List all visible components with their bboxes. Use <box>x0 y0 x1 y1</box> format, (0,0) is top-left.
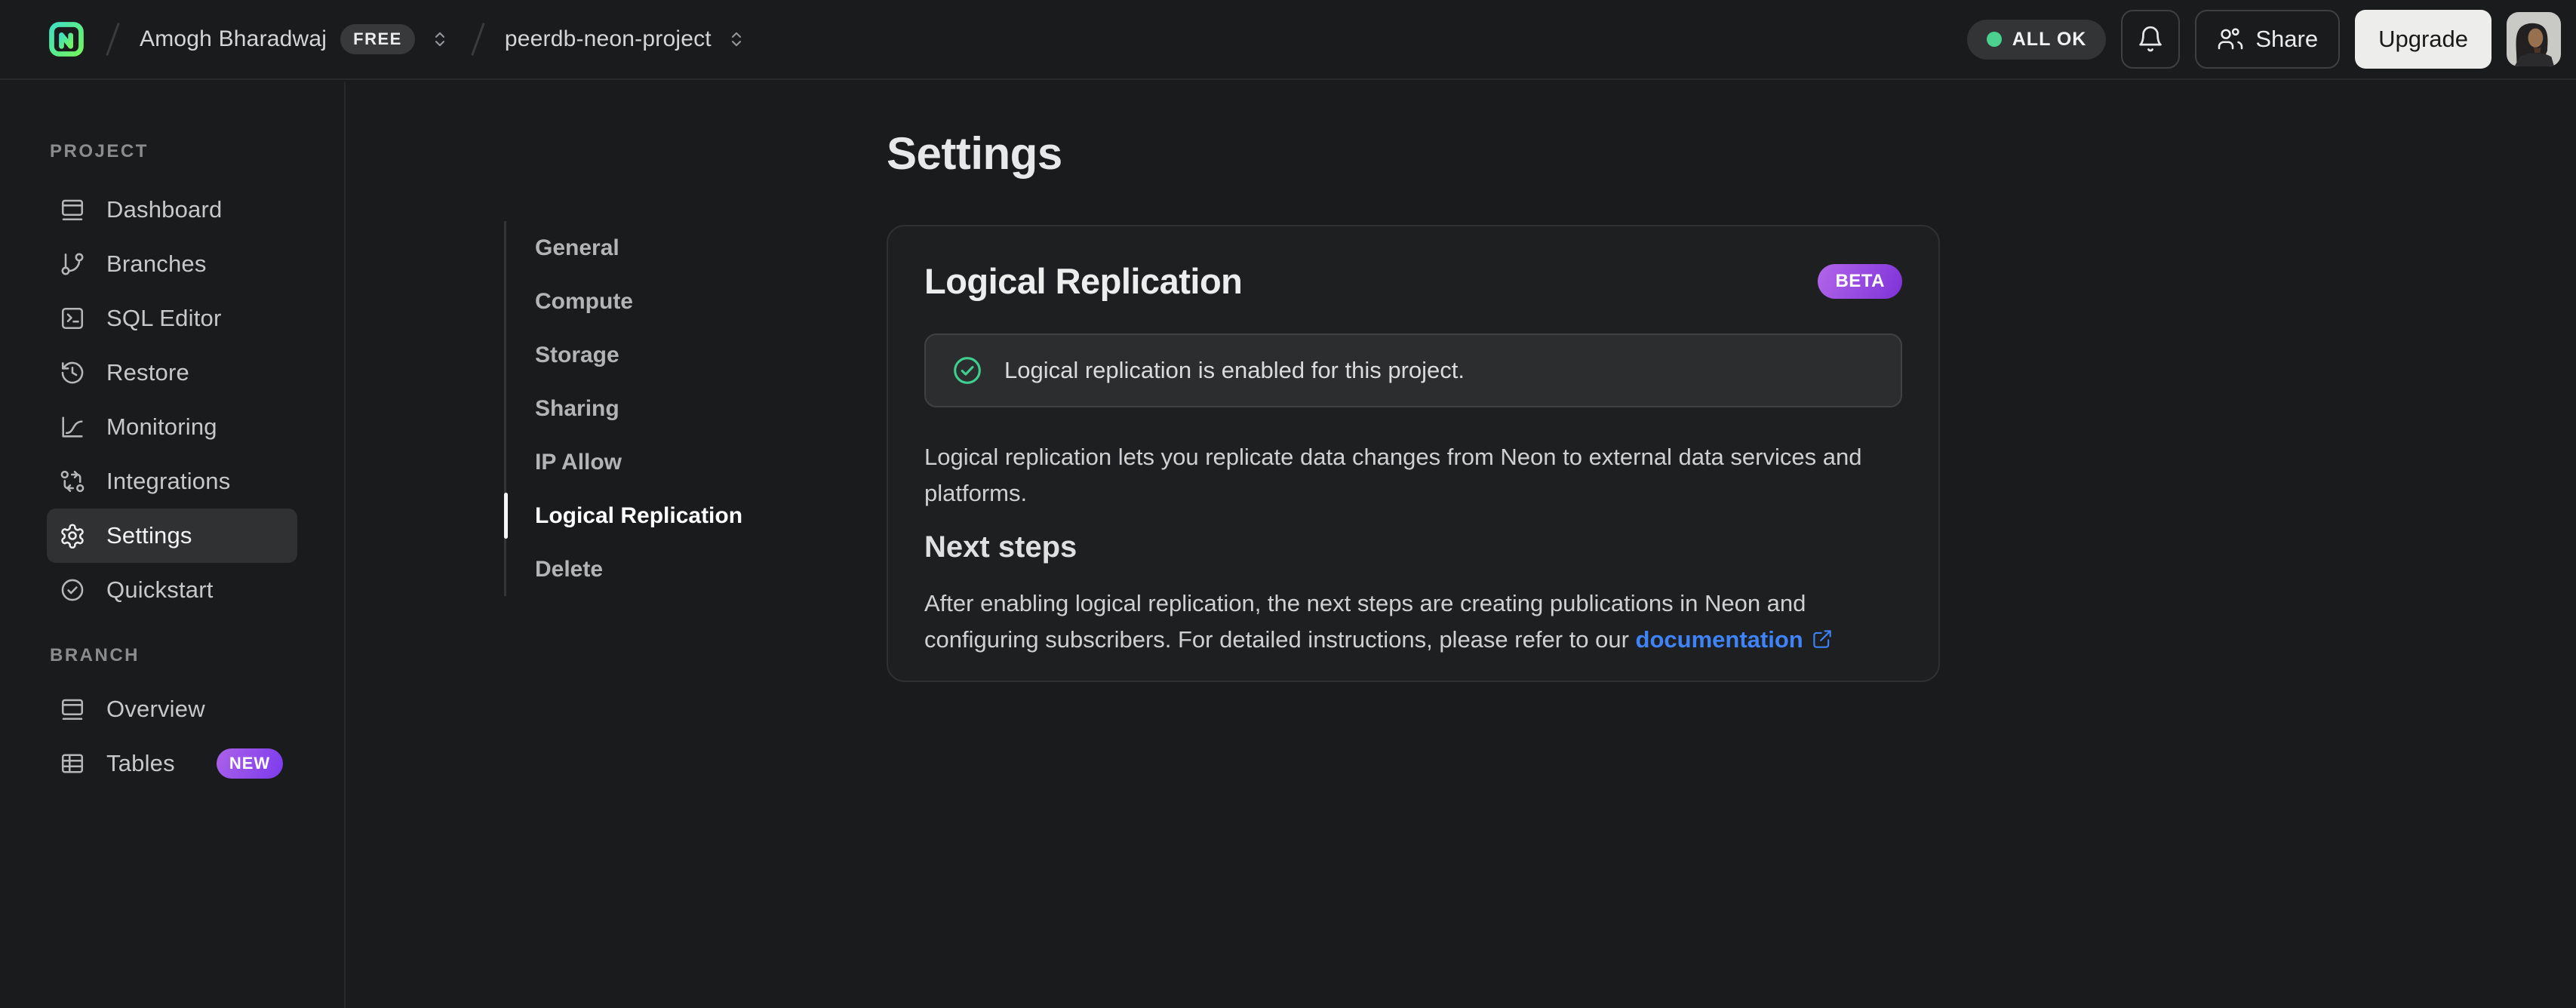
sidebar-section-branch: BRANCH Overview Tables NEW <box>47 644 297 791</box>
subnav-item-label: Sharing <box>535 395 619 421</box>
logical-replication-card: Logical Replication BETA Logical replica… <box>887 225 1940 682</box>
page-title: Settings <box>887 128 1062 179</box>
new-badge: NEW <box>216 748 284 779</box>
sidebar-item-restore[interactable]: Restore <box>47 346 297 400</box>
sidebar-item-tables[interactable]: Tables NEW <box>47 736 297 791</box>
sidebar-section-branch-label: BRANCH <box>50 645 140 665</box>
next-steps-text: After enabling logical replication, the … <box>924 585 1902 658</box>
subnav-item-delete[interactable]: Delete <box>504 542 821 596</box>
share-button-label: Share <box>2255 26 2319 52</box>
subnav-item-label: General <box>535 235 619 260</box>
replication-description: Logical replication lets you replicate d… <box>924 444 1862 506</box>
subnav-item-general[interactable]: General <box>504 221 821 275</box>
sidebar-item-label: Tables <box>106 750 175 776</box>
account-name: Amogh Bharadwaj <box>140 26 327 51</box>
breadcrumb-project[interactable]: peerdb-neon-project <box>505 26 748 52</box>
sidebar-item-sql-editor[interactable]: SQL Editor <box>47 291 297 346</box>
sidebar-item-label: SQL Editor <box>106 305 222 331</box>
window-icon <box>59 696 86 723</box>
status-dot-icon <box>1986 32 2002 47</box>
sidebar-item-dashboard[interactable]: Dashboard <box>47 183 297 237</box>
subnav-item-label: IP Allow <box>535 449 622 475</box>
neon-console: { "topbar": { "logo_icon": "neon-logo", … <box>0 0 2576 1008</box>
status-badge[interactable]: ALL OK <box>1966 19 2107 60</box>
status-badge-label: ALL OK <box>2012 28 2087 50</box>
git-branch-icon <box>59 250 86 278</box>
users-icon <box>2217 26 2244 53</box>
sidebar-item-settings[interactable]: Settings <box>47 509 297 563</box>
sidebar-section-project-label: PROJECT <box>50 141 149 161</box>
sidebar-item-label: Monitoring <box>106 413 217 440</box>
subnav-item-label: Logical Replication <box>535 502 743 528</box>
check-circle-icon <box>951 354 984 387</box>
notifications-button[interactable] <box>2121 10 2181 69</box>
neon-logo[interactable] <box>47 20 86 59</box>
project-name: peerdb-neon-project <box>504 26 712 51</box>
main-content: Settings Logical Replication BETA Logica… <box>887 127 1940 682</box>
next-steps-title: Next steps <box>924 530 1077 564</box>
sidebar-item-label: Branches <box>106 250 207 277</box>
subnav-item-label: Compute <box>535 288 633 314</box>
history-icon <box>59 359 86 386</box>
card-header: Logical Replication BETA <box>924 260 1902 303</box>
sidebar-branch-list: Overview Tables NEW <box>47 682 297 791</box>
sidebar-item-monitoring[interactable]: Monitoring <box>47 400 297 454</box>
sidebar-item-branches[interactable]: Branches <box>47 237 297 291</box>
sidebar-item-label: Settings <box>106 522 192 549</box>
bell-icon <box>2136 25 2165 54</box>
sidebar-item-label: Quickstart <box>106 576 214 603</box>
sidebar-project-list: Dashboard Branches SQL Editor Restore Mo <box>47 183 297 617</box>
sidebar-item-label: Restore <box>106 359 189 386</box>
upgrade-button[interactable]: Upgrade <box>2355 10 2491 69</box>
integrations-icon <box>59 468 86 495</box>
subnav-item-logical-replication[interactable]: Logical Replication <box>504 489 821 542</box>
settings-subnav: General Compute Storage Sharing IP Allow… <box>504 221 821 596</box>
card-title: Logical Replication <box>924 261 1243 301</box>
breadcrumb-account[interactable]: Amogh Bharadwaj FREE <box>140 24 451 54</box>
plan-badge: FREE <box>340 24 415 54</box>
upgrade-button-label: Upgrade <box>2378 26 2468 52</box>
alert-text: Logical replication is enabled for this … <box>1004 357 1465 383</box>
topbar: Amogh Bharadwaj FREE peerdb-neon-project… <box>0 0 2576 80</box>
subnav-item-ip-allow[interactable]: IP Allow <box>504 435 821 489</box>
user-avatar[interactable] <box>2507 12 2561 66</box>
check-circle-icon <box>59 576 86 604</box>
sidebar-item-integrations[interactable]: Integrations <box>47 454 297 509</box>
subnav-item-sharing[interactable]: Sharing <box>504 382 821 435</box>
terminal-icon <box>59 305 86 332</box>
subnav-item-compute[interactable]: Compute <box>504 275 821 328</box>
beta-badge: BETA <box>1818 264 1902 299</box>
gear-icon <box>59 522 86 549</box>
share-button[interactable]: Share <box>2195 10 2341 69</box>
subnav-item-label: Storage <box>535 342 619 367</box>
chart-icon <box>59 413 86 441</box>
sidebar-item-quickstart[interactable]: Quickstart <box>47 563 297 617</box>
documentation-link[interactable]: documentation <box>1636 626 1803 653</box>
sidebar-item-overview[interactable]: Overview <box>47 682 297 736</box>
chevrons-up-down-icon[interactable] <box>725 28 748 51</box>
breadcrumb-divider <box>106 22 120 57</box>
dashboard-icon <box>59 196 86 223</box>
breadcrumb-divider <box>471 22 485 57</box>
subnav-item-storage[interactable]: Storage <box>504 328 821 382</box>
table-icon <box>59 750 86 777</box>
sidebar-item-label: Integrations <box>106 468 231 494</box>
subnav-item-label: Delete <box>535 556 604 582</box>
external-link-icon[interactable] <box>1811 628 1834 650</box>
sidebar: PROJECT Dashboard Branches SQL Editor Re… <box>0 81 346 1008</box>
replication-enabled-alert: Logical replication is enabled for this … <box>924 333 1902 407</box>
sidebar-item-label: Dashboard <box>106 196 223 223</box>
chevrons-up-down-icon[interactable] <box>429 28 451 51</box>
topbar-actions: ALL OK Share Upgrade <box>1966 10 2561 69</box>
sidebar-item-label: Overview <box>106 696 205 722</box>
